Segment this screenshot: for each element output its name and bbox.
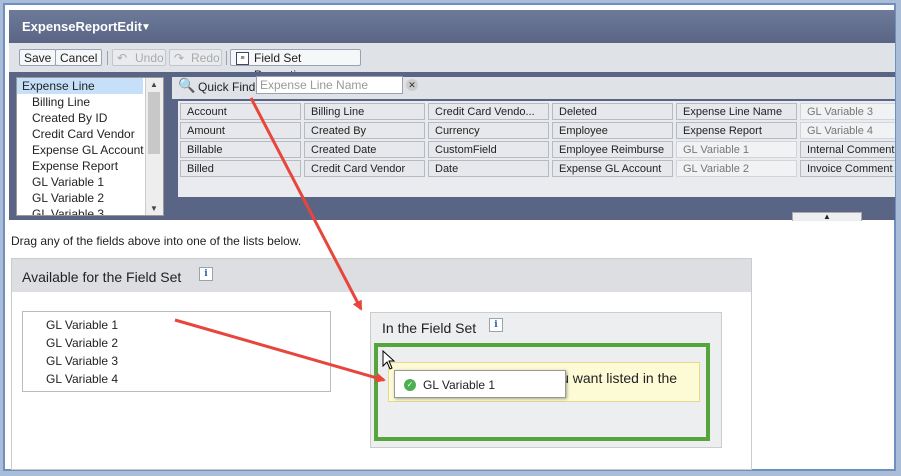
title-bar: ExpenseReportEdit ▼	[9, 10, 895, 43]
properties-icon: ≡	[236, 52, 249, 65]
field-cell[interactable]: GL Variable 4	[800, 122, 895, 139]
clear-icon[interactable]: ✕	[406, 79, 418, 91]
field-cell[interactable]: Internal Comment	[800, 141, 895, 158]
field-cell[interactable]: GL Variable 1	[676, 141, 797, 158]
list-item[interactable]: Expense Report	[17, 158, 163, 174]
field-cell[interactable]: Employee Reimburse	[552, 141, 673, 158]
undo-icon: ↶	[117, 51, 128, 65]
field-cell[interactable]: Expense Line Name	[676, 103, 797, 120]
info-icon[interactable]: i	[199, 267, 213, 281]
list-item[interactable]: GL Variable 4	[23, 370, 330, 388]
undo-label: Undo	[135, 51, 164, 65]
available-header: Available for the Field Set i	[12, 259, 751, 292]
mouse-cursor-icon	[382, 350, 396, 370]
instructions-text: Drag any of the fields above into one of…	[11, 234, 302, 248]
field-cell[interactable]: Date	[428, 160, 549, 177]
list-item[interactable]: Created By ID	[17, 110, 163, 126]
dragged-field-label: GL Variable 1	[423, 378, 496, 392]
field-cell[interactable]: Deleted	[552, 103, 673, 120]
field-cell[interactable]: Billing Line	[304, 103, 425, 120]
scroll-up-icon[interactable]: ▲	[150, 80, 158, 89]
list-item[interactable]: GL Variable 1	[17, 174, 163, 190]
toolbar: Save Cancel ↶ Undo ↷ Redo ≡ Field Set Pr…	[9, 43, 895, 82]
redo-button[interactable]: ↷ Redo	[169, 49, 222, 66]
toolbar-divider	[226, 51, 227, 65]
field-cell[interactable]: GL Variable 3	[800, 103, 895, 120]
redo-label: Redo	[191, 51, 220, 65]
field-cell[interactable]: CustomField	[428, 141, 549, 158]
field-cell[interactable]: Credit Card Vendor	[304, 160, 425, 177]
undo-button[interactable]: ↶ Undo	[112, 49, 166, 66]
object-field-list[interactable]: Expense Line Billing Line Created By ID …	[16, 77, 164, 216]
list-item[interactable]: Expense Line	[17, 78, 143, 94]
field-grid: Account Billing Line Credit Card Vendo..…	[178, 101, 895, 197]
list-item[interactable]: Expense GL Account	[17, 142, 163, 158]
field-cell[interactable]: Invoice Comment	[800, 160, 895, 177]
field-cell[interactable]: Expense Report	[676, 122, 797, 139]
list-item[interactable]: Billing Line	[17, 94, 163, 110]
field-cell[interactable]: Account	[180, 103, 301, 120]
list-item[interactable]: GL Variable 3	[23, 352, 330, 370]
in-field-set-title: In the Field Set	[382, 320, 477, 336]
field-cell[interactable]: Credit Card Vendo...	[428, 103, 549, 120]
list-scrollbar[interactable]: ▲ ▼	[145, 78, 163, 215]
info-icon[interactable]: i	[489, 318, 503, 332]
field-cell[interactable]: GL Variable 2	[676, 160, 797, 177]
field-set-properties-button[interactable]: ≡ Field Set Properties	[230, 49, 361, 82]
available-title: Available for the Field Set	[22, 269, 182, 285]
field-cell[interactable]: Amount	[180, 122, 301, 139]
chevron-down-icon[interactable]: ▼	[141, 22, 151, 33]
list-item[interactable]: GL Variable 2	[23, 334, 330, 352]
list-item[interactable]: GL Variable 2	[17, 190, 163, 206]
list-item[interactable]: Credit Card Vendor	[17, 126, 163, 142]
page-title: ExpenseReportEdit	[22, 19, 142, 34]
available-list[interactable]: GL Variable 1 GL Variable 2 GL Variable …	[22, 311, 331, 392]
list-item[interactable]: GL Variable 3	[17, 206, 163, 215]
palette-resize-bar: ▲	[178, 197, 895, 221]
cancel-button[interactable]: Cancel	[55, 49, 103, 66]
field-cell[interactable]: Created Date	[304, 141, 425, 158]
field-cell[interactable]: Currency	[428, 122, 549, 139]
quick-find-label: Quick Find	[198, 80, 256, 94]
field-cell[interactable]: Created By	[304, 122, 425, 139]
check-icon: ✓	[404, 379, 416, 391]
collapse-handle[interactable]: ▲	[792, 212, 862, 221]
toolbar-divider	[107, 51, 108, 65]
field-cell[interactable]: Expense GL Account	[552, 160, 673, 177]
quick-find-input[interactable]: Expense Line Name	[256, 76, 403, 94]
field-cell[interactable]: Billable	[180, 141, 301, 158]
list-item[interactable]: GL Variable 1	[23, 316, 330, 334]
dragged-field-chip[interactable]: ✓ GL Variable 1	[394, 370, 566, 398]
redo-icon: ↷	[174, 51, 185, 65]
search-icon: 🔍	[178, 77, 196, 93]
scroll-down-icon[interactable]: ▼	[150, 204, 158, 213]
field-cell[interactable]: Employee	[552, 122, 673, 139]
save-button[interactable]: Save	[19, 49, 57, 66]
field-cell[interactable]: Billed	[180, 160, 301, 177]
scroll-thumb[interactable]	[148, 92, 160, 154]
